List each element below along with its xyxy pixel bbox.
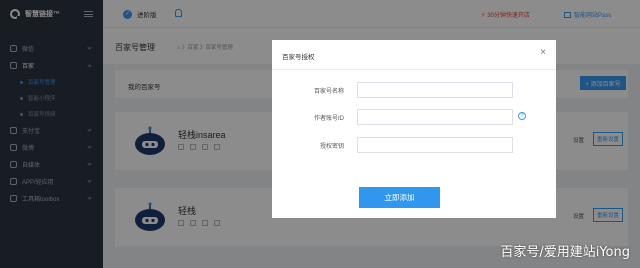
- field-label: 百家号名称: [313, 89, 344, 95]
- form-row-secret: 授权密钥: [272, 137, 556, 153]
- authorize-modal: 百家号授权 × 百家号名称 作者账号ID ? 授权密钥 立即添加: [272, 40, 556, 218]
- modal-title: 百家号授权: [282, 54, 315, 61]
- submit-button[interactable]: 立即添加: [359, 187, 440, 208]
- close-icon[interactable]: ×: [540, 48, 546, 58]
- account-name-input[interactable]: [357, 82, 513, 98]
- field-label: 作者账号ID: [313, 116, 344, 122]
- divider: [272, 69, 556, 70]
- watermark: 百家号/爱用建站iYong: [500, 245, 630, 260]
- form-row-name: 百家号名称: [272, 82, 556, 98]
- field-label: 授权密钥: [319, 144, 344, 150]
- secret-key-input[interactable]: [357, 137, 513, 153]
- form-row-author-id: 作者账号ID ?: [272, 109, 556, 125]
- help-icon[interactable]: ?: [518, 112, 526, 120]
- author-id-input[interactable]: [357, 109, 513, 125]
